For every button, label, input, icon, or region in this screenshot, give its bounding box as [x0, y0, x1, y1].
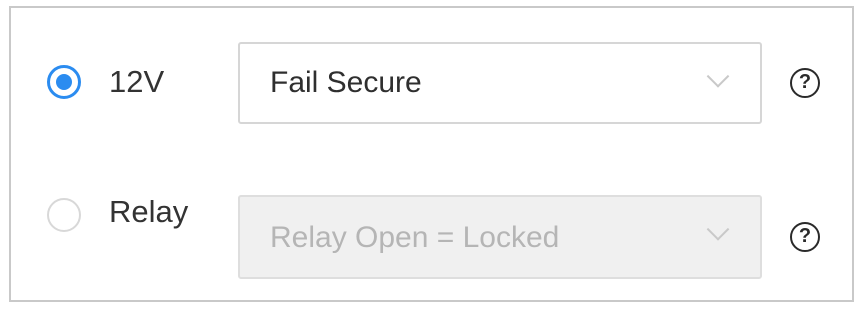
lock-output-panel: 12V Fail Secure ? Relay Relay Open = Loc…: [9, 6, 854, 302]
help-icon[interactable]: ?: [790, 68, 820, 98]
radio-selected-dot: [56, 74, 72, 90]
chevron-down-icon: [706, 218, 730, 241]
help-icon[interactable]: ?: [790, 222, 820, 252]
option-row-relay: Relay Relay Open = Locked ?: [11, 190, 852, 280]
radio-12v[interactable]: [47, 65, 81, 99]
fail-mode-value: Fail Secure: [270, 66, 422, 99]
radio-relay[interactable]: [47, 198, 81, 232]
chevron-down-icon: [706, 65, 730, 88]
radio-label-relay[interactable]: Relay: [109, 196, 188, 227]
relay-mode-dropdown: Relay Open = Locked: [238, 195, 762, 279]
option-row-12v: 12V Fail Secure ?: [11, 40, 852, 130]
radio-label-12v[interactable]: 12V: [109, 66, 164, 97]
fail-mode-dropdown[interactable]: Fail Secure: [238, 42, 762, 124]
relay-mode-value: Relay Open = Locked: [270, 221, 560, 254]
